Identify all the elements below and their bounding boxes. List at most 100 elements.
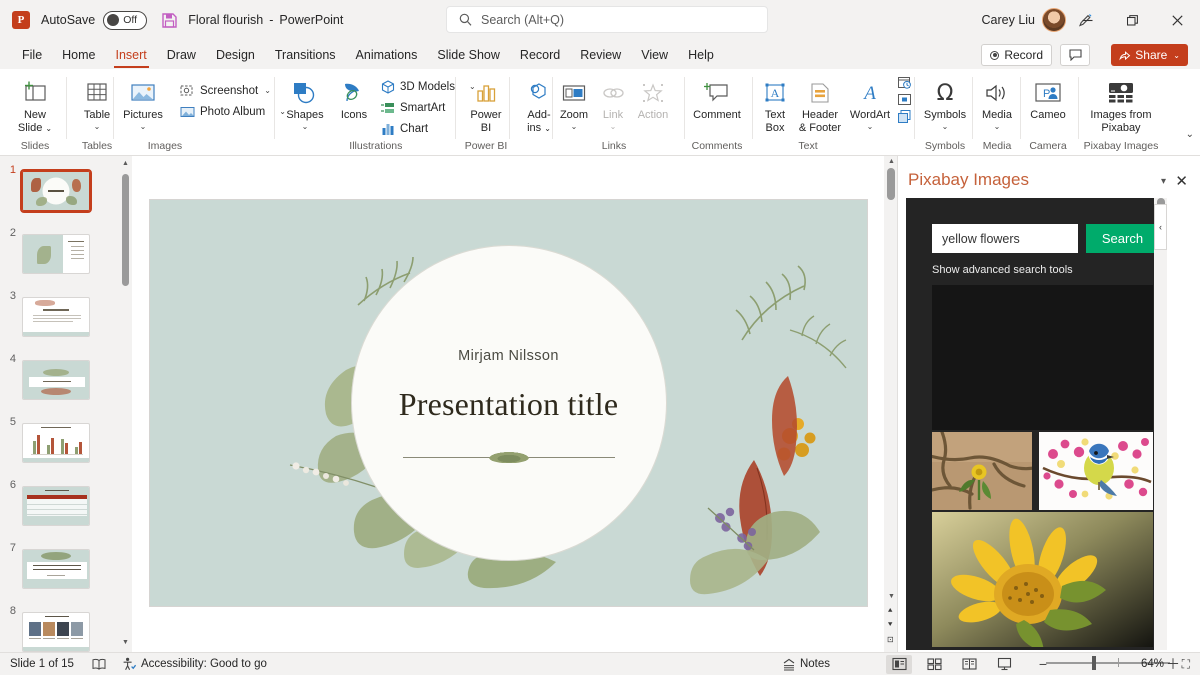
zoom-slider-handle[interactable] [1092, 656, 1096, 670]
canvas-scrollbar-thumb[interactable] [887, 168, 895, 200]
canvas-scroll-down-icon[interactable]: ▼ [888, 593, 895, 600]
thumbnail-slide-3[interactable]: 3 [0, 288, 132, 345]
pictures-button[interactable]: Pictures ⌄ [114, 74, 172, 131]
reading-view-button[interactable] [956, 655, 982, 674]
tab-slide-show[interactable]: Slide Show [427, 44, 510, 66]
screenshot-button[interactable]: Screenshot ⌄ [178, 80, 286, 101]
thumbnail-slide-4[interactable]: 4 [0, 351, 132, 408]
fit-to-window-icon[interactable]: ⛶ [1182, 657, 1190, 672]
close-button[interactable] [1155, 0, 1200, 40]
zoom-out-button[interactable]: − [1039, 656, 1047, 672]
canvas-scrollbar[interactable]: ▲ ▼ ⯅ ⯆ ⊡ [884, 156, 897, 652]
task-pane-collapse-button[interactable]: ‹ [1154, 204, 1167, 250]
tab-design[interactable]: Design [206, 44, 265, 66]
pixabay-advanced-search-link[interactable]: Show advanced search tools [932, 264, 1073, 276]
thumbnail-preview[interactable] [22, 233, 90, 274]
cameo-button[interactable]: P Cameo [1022, 74, 1074, 122]
thumbnail-preview[interactable] [22, 296, 90, 337]
tab-draw[interactable]: Draw [157, 44, 206, 66]
slide-title[interactable]: Presentation title [399, 386, 619, 423]
notes-button[interactable]: Notes [782, 658, 830, 671]
zoom-level[interactable]: 64% [1141, 658, 1164, 670]
accessibility-status[interactable]: Accessibility: Good to go [141, 658, 267, 670]
shapes-button[interactable]: Shapes ⌄ [276, 74, 334, 131]
comment-button[interactable]: Comment [686, 74, 748, 122]
tab-help[interactable]: Help [678, 44, 724, 66]
canvas-scroll-up-icon[interactable]: ▲ [888, 158, 895, 165]
slide-subtitle[interactable]: Mirjam Nilsson [458, 348, 559, 364]
icons-button[interactable]: Icons [334, 74, 374, 122]
thumbnail-scrollbar[interactable]: ▲ ▼ [119, 156, 132, 652]
next-slide-icon[interactable]: ⯆ [887, 620, 893, 630]
photo-album-button[interactable]: Photo Album ⌄ [178, 101, 286, 122]
date-time-button[interactable] [897, 75, 912, 90]
slide-number-button[interactable] [897, 92, 912, 107]
tab-home[interactable]: Home [52, 44, 105, 66]
autosave-toggle[interactable]: Off [103, 10, 148, 30]
fit-slide-icon[interactable]: ⊡ [887, 635, 894, 644]
thumbnail-slide-5[interactable]: 5 [0, 414, 132, 471]
task-pane-menu-chevron-down-icon[interactable]: ▾ [1161, 176, 1166, 187]
header-footer-button[interactable]: Header & Footer [794, 74, 846, 134]
thumbnail-scrollbar-thumb[interactable] [122, 174, 129, 286]
title-circle-card[interactable]: Mirjam Nilsson Presentation title [350, 245, 667, 561]
comments-button[interactable] [1060, 44, 1090, 66]
user-name[interactable]: Carey Liu [982, 13, 1036, 27]
slide-counter[interactable]: Slide 1 of 15 [10, 658, 74, 670]
object-button[interactable] [897, 109, 912, 124]
share-button[interactable]: Share ⌄ [1111, 44, 1188, 66]
thumbnail-slide-8[interactable]: 8 [0, 603, 132, 652]
wordart-button[interactable]: A WordArt ⌄ [846, 74, 894, 131]
tab-file[interactable]: File [12, 44, 52, 66]
task-pane-scrollbar[interactable] [1154, 198, 1167, 650]
previous-slide-icon[interactable]: ⯅ [887, 606, 893, 616]
thumbnail-preview[interactable] [22, 611, 90, 652]
minimize-button[interactable] [1065, 0, 1110, 40]
images-from-pixabay-button[interactable]: Images from Pixabay [1080, 74, 1162, 134]
new-slide-button[interactable]: New Slide ⌄ [6, 74, 64, 135]
thumbnail-slide-1[interactable]: 1 [0, 162, 132, 219]
thumbnail-preview[interactable] [22, 422, 90, 463]
tab-transitions[interactable]: Transitions [265, 44, 346, 66]
save-icon[interactable] [161, 12, 178, 29]
pixabay-search-button[interactable]: Search [1086, 224, 1154, 253]
scroll-down-arrow-icon[interactable]: ▼ [122, 639, 129, 646]
pixabay-search-input[interactable] [932, 224, 1078, 253]
normal-view-button[interactable] [886, 654, 912, 674]
symbols-button[interactable]: Ω Symbols ⌄ [918, 74, 972, 131]
thumbnail-preview[interactable] [22, 485, 90, 526]
search-box[interactable]: Search (Alt+Q) [446, 6, 768, 33]
tab-record[interactable]: Record [510, 44, 570, 66]
thumbnail-slide-7[interactable]: 7 [0, 540, 132, 597]
power-bi-button[interactable]: Power BI [457, 74, 515, 134]
action-button[interactable]: Action [632, 74, 674, 122]
thumbnail-slide-6[interactable]: 6 [0, 477, 132, 534]
pixabay-result-blue-tit-blossom[interactable] [1039, 432, 1153, 510]
record-button[interactable]: Record [981, 44, 1052, 66]
thumbnail-slide-2[interactable]: 2 [0, 225, 132, 282]
thumbnail-preview[interactable] [22, 359, 90, 400]
slide-thumbnail-pane[interactable]: 1 2 3 4 5 6 7 8 ▲ ▼ [0, 156, 132, 652]
pixabay-result-sunflower[interactable] [932, 512, 1153, 647]
current-slide[interactable]: Mirjam Nilsson Presentation title [150, 200, 867, 606]
media-button[interactable]: Media ⌄ [974, 74, 1020, 131]
document-title[interactable]: Floral flourish [188, 13, 263, 27]
task-pane-close-icon[interactable]: ✕ [1175, 172, 1188, 190]
restore-button[interactable] [1110, 0, 1155, 40]
tab-review[interactable]: Review [570, 44, 631, 66]
tab-animations[interactable]: Animations [346, 44, 428, 66]
pixabay-result-orange-roses[interactable] [932, 285, 1153, 430]
thumbnail-preview[interactable] [22, 548, 90, 589]
zoom-button[interactable]: Zoom ⌄ [554, 74, 594, 131]
ribbon-collapse-button[interactable]: ⌄ [1186, 129, 1194, 140]
tab-view[interactable]: View [631, 44, 678, 66]
language-icon[interactable] [92, 658, 106, 671]
link-button[interactable]: Link ⌄ [594, 74, 632, 131]
thumbnail-preview[interactable] [20, 168, 92, 213]
slide-show-button[interactable] [991, 655, 1017, 674]
slide-sorter-button[interactable] [921, 655, 947, 674]
avatar[interactable] [1042, 8, 1066, 32]
zoom-in-button[interactable]: ＋ [1166, 654, 1180, 674]
pixabay-result-yellow-flower-cracked-earth[interactable] [932, 432, 1032, 510]
text-box-button[interactable]: A Text Box [756, 74, 794, 134]
